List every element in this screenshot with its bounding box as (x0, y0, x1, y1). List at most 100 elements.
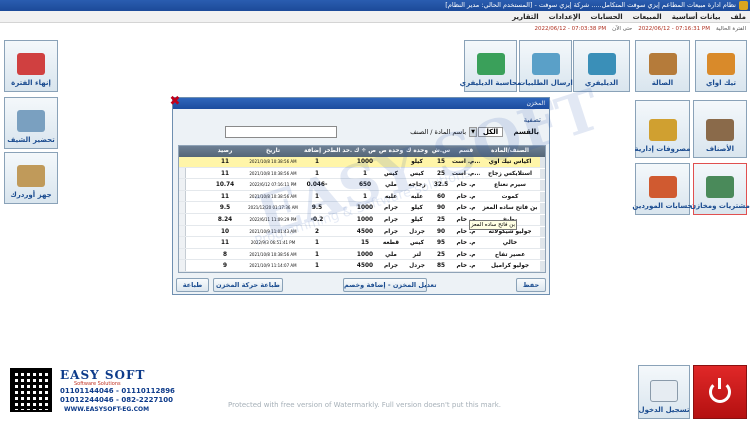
row-selector[interactable] (540, 191, 545, 203)
column-header[interactable]: قسم (452, 146, 480, 157)
chevron-down-icon[interactable]: ▼ (469, 127, 477, 137)
tile-takeaway[interactable]: تيك اواي (695, 40, 747, 92)
table-cell: 4500 (356, 263, 374, 270)
table-cell (330, 157, 352, 168)
tile-supplier-accounts[interactable]: حسابات الموردين (632, 163, 693, 215)
save-button[interactable]: حفظ (516, 278, 546, 292)
table-row[interactable]: كموت م. خام 60 علبه علبه 1 1 2021/10/8 10:38:56… (179, 191, 545, 203)
table-cell: عصير تفاح (494, 251, 526, 258)
table-row[interactable]: استلايكس زجاجم. است...25كيسكيس112021/10/… (179, 168, 545, 180)
table-cell: 25 (436, 217, 446, 223)
table-cell: لتر (412, 251, 422, 258)
row-selector[interactable] (540, 226, 545, 238)
column-header[interactable]: وحدة ص (378, 146, 404, 157)
store-grid: الصنف/المادة قسم س.ش وحدة ك وحدة صص ÷ ك حد ال… (178, 145, 546, 273)
column-header[interactable]: الصنف/المادة (480, 146, 540, 157)
tile-purchases-stores[interactable]: مشتريات ومخازن (690, 163, 750, 215)
row-selector[interactable] (540, 215, 545, 226)
table-cell: م. خام (456, 193, 476, 200)
table-cell: كيس (410, 240, 424, 247)
table-cell: -0.2 (310, 217, 324, 223)
table-cell: ملي (385, 251, 397, 258)
send-orders-icon (531, 53, 560, 75)
table-cell: 11 (220, 159, 230, 165)
table-cell: جرام (383, 228, 399, 235)
menu-file[interactable]: ملف (730, 13, 746, 21)
print-button[interactable]: طباعة (176, 278, 209, 292)
tile-login[interactable]: تسجيل الدخول (638, 365, 690, 419)
row-selector[interactable] (540, 238, 545, 249)
session-time: 2022/06/12 - 07:03:38 PM (534, 26, 607, 32)
qr-code-icon (10, 368, 52, 412)
column-header[interactable]: تاريخ (242, 146, 304, 157)
table-cell: جرام (383, 263, 399, 270)
row-selector[interactable] (540, 261, 545, 272)
table-cell: 2021/10/9 11:01:43 AM (249, 228, 297, 234)
tile-delivery-accounting[interactable]: محاسبة الديليفري (460, 40, 521, 92)
row-selector[interactable] (540, 249, 545, 261)
menu-sales[interactable]: المبيعات (633, 13, 662, 21)
row-selector[interactable] (540, 168, 545, 180)
table-cell: جرام (383, 205, 399, 212)
name-filter-label: باسم المادة / الصنف (410, 128, 466, 136)
table-cell: جرام (383, 217, 399, 223)
tile-end-period[interactable]: إنهاء الفترة (4, 40, 58, 92)
column-header[interactable]: وحدة ك (404, 146, 430, 157)
tile-admin-expenses-visible[interactable]: مصروفات إدارية (635, 100, 690, 158)
menu-reports[interactable]: التقارير (512, 13, 539, 21)
table-cell: 2021/10/8 10:38:56 AM (249, 159, 297, 164)
table-row[interactable]: سيرم نعناع م. خام 32.5 زجاجه ملي 650 0.046- 202… (179, 180, 545, 191)
menu-accounts[interactable]: الحسابات (591, 13, 623, 21)
table-cell: 15 (360, 240, 370, 247)
column-header[interactable]: آخر إضافة (304, 146, 330, 157)
close-icon[interactable]: ✖ (169, 95, 181, 108)
dining-table-icon (648, 53, 677, 75)
table-cell: كيلو (411, 205, 423, 212)
row-selector[interactable] (540, 157, 545, 168)
category-label: بالقسم (513, 128, 539, 136)
table-cell: 650 (358, 182, 372, 189)
table-cell: بن فاتح ساده المعز (482, 205, 538, 212)
table-row[interactable]: عصير تفاح م. خام 25 لتر ملي 1000 1 2021/10/8 10… (179, 249, 545, 261)
table-cell: 9.5 (219, 205, 231, 212)
brand-name: EASY SOFT (60, 368, 146, 382)
tile-items-right[interactable]: الأصناف (693, 100, 747, 158)
table-cell (330, 169, 352, 180)
table-cell: خالي (502, 240, 518, 247)
table-row[interactable]: جوليو كراميل م. خام 85 جردل جرام 4500 1 2021/10… (179, 261, 545, 272)
table-cell: علبه (410, 193, 424, 200)
adjust-store-button[interactable]: تعديل المخزن - إضافة وخصم (343, 278, 437, 292)
calculator-icon (648, 119, 677, 141)
table-cell: م. خام (456, 240, 476, 247)
table-row[interactable]: خالي م. خام 95 كيس قطعه 15 1 2022/9/3 06:51:41 … (179, 238, 545, 249)
tile-delivery[interactable]: الديليفري (573, 40, 630, 92)
row-selector[interactable] (540, 203, 545, 214)
tile-chef-prep[interactable]: تحضير الشيف (4, 97, 58, 149)
power-button[interactable] (693, 365, 747, 419)
menu-settings[interactable]: الإعدادات (549, 13, 581, 21)
column-header[interactable]: حد الط... (330, 146, 352, 157)
tile-dining-hall[interactable]: الصالة (635, 40, 690, 92)
table-cell: 1 (314, 159, 320, 165)
table-cell: ملي (385, 182, 397, 189)
column-header[interactable]: رصيد (208, 146, 242, 157)
tile-prepare-order[interactable]: جهز أوردرك (4, 152, 58, 204)
table-cell: كيلو (411, 217, 423, 223)
table-row[interactable]: اكياس تيك اوي م. است... 15 كيلو 1000 1 2021/10… (179, 157, 545, 168)
table-row[interactable]: بن فاتح ساده المعز م. خام 90 كيلو جرام 1000 9.… (179, 203, 545, 214)
table-cell: 1000 (356, 159, 374, 165)
print-store-moves-button[interactable]: طباعة حركة المخزن (213, 278, 283, 292)
category-select[interactable]: الكل (478, 127, 503, 137)
menu-basic-data[interactable]: بيانات أساسية (672, 13, 721, 21)
column-header[interactable]: ص ÷ ك (352, 146, 378, 157)
tile-send-orders[interactable]: ارسال الطلبيات (518, 40, 573, 92)
to-label: حتى الآن (612, 26, 633, 32)
table-cell: 2021/12/20 01:17:36 AM (248, 205, 298, 211)
name-search-input[interactable] (225, 126, 337, 138)
brand-website: WWW.EASYSOFT-EG.COM (64, 406, 150, 413)
table-cell: 11 (220, 170, 230, 177)
column-header[interactable]: س.ش (430, 146, 452, 157)
table-cell: 2022/6/11 11:09:29 PM (249, 217, 297, 222)
row-selector[interactable] (540, 180, 545, 191)
table-cell: 4500 (356, 228, 374, 235)
